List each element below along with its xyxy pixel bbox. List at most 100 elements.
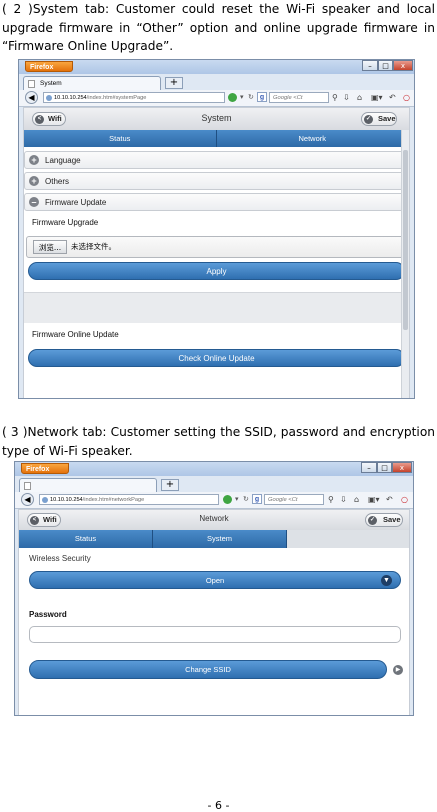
password-label: Password <box>29 610 67 619</box>
password-field[interactable] <box>29 626 401 643</box>
browser-tab[interactable] <box>19 478 157 492</box>
browser-window-system: Firefox – □ x System + ◀ 10.10.10.254/in… <box>18 59 415 399</box>
tab-system[interactable]: System <box>153 530 287 548</box>
tab-network[interactable]: Network <box>216 130 409 147</box>
tab-status[interactable]: Status <box>19 530 153 548</box>
title-bar: Firefox – □ x <box>15 462 413 476</box>
browser-tab[interactable]: System <box>23 76 161 90</box>
bookmarks-icon[interactable]: ▣▾ <box>368 494 380 505</box>
dropdown-arrow-icon[interactable]: ▾ <box>240 92 244 103</box>
tab-bar: Status System <box>19 530 409 548</box>
change-ssid-button[interactable]: Change SSID <box>29 660 387 679</box>
page-header: < Wifi Network ✓ Save <box>19 510 409 531</box>
tab-bar-empty <box>287 530 409 548</box>
go-arrow-icon[interactable] <box>228 93 237 102</box>
firefox-menu-button[interactable]: Firefox <box>21 463 69 474</box>
google-search-icon[interactable]: g <box>252 494 262 504</box>
firefox-menu-button[interactable]: Firefox <box>25 61 73 72</box>
close-icon[interactable]: x <box>393 60 413 71</box>
home-icon[interactable]: ⌂ <box>354 494 359 505</box>
browser-tab-title: System <box>40 80 62 87</box>
history-back-icon[interactable]: ↶ <box>386 494 393 505</box>
search-input[interactable]: Google <Ct <box>264 494 324 505</box>
close-icon[interactable]: x <box>392 462 412 473</box>
history-back-icon[interactable]: ↶ <box>389 92 396 103</box>
browse-button[interactable]: 浏览... <box>33 240 67 254</box>
section-label: Language <box>45 156 81 165</box>
plus-icon: + <box>29 155 39 165</box>
magnifier-icon[interactable]: ⚲ <box>328 494 334 505</box>
plus-icon: + <box>29 176 39 186</box>
paragraph-system-tab: ( 2 )System tab: Customer could reset th… <box>2 2 435 53</box>
paragraph-network-tab: ( 3 )Network tab: Customer setting the S… <box>2 425 435 458</box>
security-value: Open <box>205 576 225 585</box>
page-title: System <box>201 113 232 123</box>
page-header: < Wifi System ✓ Save <box>24 108 409 131</box>
section-firmware-update[interactable]: – Firmware Update <box>24 193 409 211</box>
tab-bar: Status Network <box>24 130 409 147</box>
google-search-icon[interactable]: g <box>257 92 267 102</box>
page-icon <box>24 482 31 490</box>
globe-icon <box>42 497 48 503</box>
firmware-upgrade-label: Firmware Upgrade <box>32 218 99 227</box>
magnifier-icon[interactable]: ⚲ <box>332 92 338 103</box>
home-icon[interactable]: ⌂ <box>357 92 362 103</box>
save-button-label: Save <box>383 515 401 524</box>
url-bar[interactable]: 10.10.10.254/index.htm#networkPage <box>39 494 219 505</box>
go-arrow-icon[interactable] <box>223 495 232 504</box>
reload-icon[interactable]: ↻ <box>243 494 249 505</box>
minus-icon: – <box>29 197 39 207</box>
spacer-band <box>24 292 409 323</box>
navigation-toolbar: ◀ 10.10.10.254/index.htm#systemPage ▾ ↻ … <box>19 90 414 107</box>
url-host: 10.10.10.254 <box>50 497 83 503</box>
url-bar[interactable]: 10.10.10.254/index.htm#systemPage <box>43 92 225 103</box>
section-others[interactable]: + Others <box>24 172 409 190</box>
page-title: Network <box>199 514 229 523</box>
wireless-security-select[interactable]: Open ▼ <box>29 571 401 589</box>
bookmarks-icon[interactable]: ▣▾ <box>371 92 383 103</box>
url-host: 10.10.10.254 <box>54 95 87 101</box>
wireless-security-label: Wireless Security <box>29 554 91 563</box>
page-icon <box>28 80 35 88</box>
addon-icon[interactable]: ○ <box>403 92 410 103</box>
scrollbar[interactable] <box>401 130 409 398</box>
download-icon[interactable]: ⇩ <box>340 494 347 505</box>
back-arrow-icon[interactable]: ◀ <box>21 493 34 506</box>
save-button[interactable]: ✓ Save <box>361 112 397 126</box>
url-path: /index.htm#systemPage <box>86 95 147 101</box>
check-online-update-button[interactable]: Check Online Update <box>28 349 405 367</box>
page-number: - 6 - <box>207 799 230 812</box>
page-content: < Wifi Network ✓ Save Status System Wire… <box>18 509 410 715</box>
download-icon[interactable]: ⇩ <box>343 92 350 103</box>
save-button-label: Save <box>378 114 396 123</box>
tab-status[interactable]: Status <box>24 130 217 147</box>
chevron-right-icon[interactable]: ▶ <box>393 665 403 675</box>
maximize-icon[interactable]: □ <box>378 60 393 71</box>
check-icon: ✓ <box>364 115 373 124</box>
dropdown-arrow-icon[interactable]: ▾ <box>235 494 239 505</box>
maximize-icon[interactable]: □ <box>377 462 392 473</box>
no-file-text: 未选择文件。 <box>71 242 116 251</box>
new-tab-button[interactable]: + <box>165 77 183 89</box>
new-tab-button[interactable]: + <box>161 479 179 491</box>
check-icon: ✓ <box>368 516 377 525</box>
browser-window-network: Firefox – □ x + ◀ 10.10.10.254/index.htm… <box>14 461 414 716</box>
section-label: Others <box>45 177 70 186</box>
scrollbar-thumb[interactable] <box>403 150 408 330</box>
minimize-icon[interactable]: – <box>361 462 377 473</box>
section-label: Firmware Update <box>45 198 107 207</box>
apply-button[interactable]: Apply <box>28 262 405 280</box>
reload-icon[interactable]: ↻ <box>248 92 254 103</box>
globe-icon <box>46 95 52 101</box>
addon-icon[interactable]: ○ <box>401 494 408 505</box>
navigation-toolbar: ◀ 10.10.10.254/index.htm#networkPage ▾ ↻… <box>15 492 413 509</box>
url-path: /index.htm#networkPage <box>82 497 145 503</box>
title-bar: Firefox – □ x <box>19 60 414 74</box>
minimize-icon[interactable]: – <box>362 60 378 71</box>
search-input[interactable]: Google <Ct <box>269 92 329 103</box>
file-chooser: 浏览... 未选择文件。 <box>26 236 407 258</box>
tab-strip: + <box>15 476 413 492</box>
back-arrow-icon[interactable]: ◀ <box>25 91 38 104</box>
section-language[interactable]: + Language <box>24 151 409 169</box>
save-button[interactable]: ✓ Save <box>365 513 403 527</box>
